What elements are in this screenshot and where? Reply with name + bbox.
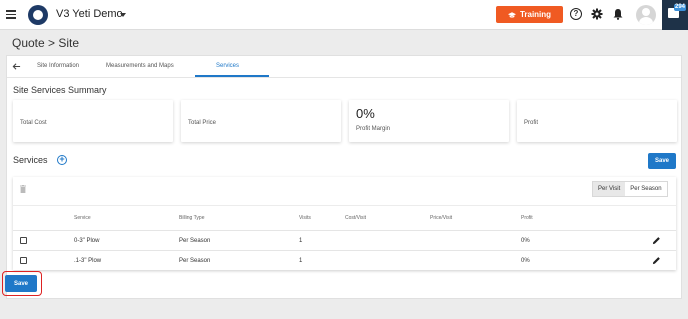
bell-icon[interactable] [612, 8, 624, 20]
training-label: Training [519, 10, 552, 19]
service-cell: .1-3" Plow [74, 258, 102, 264]
pencil-icon[interactable] [652, 236, 661, 245]
graduation-cap-icon [507, 11, 516, 18]
column-header: Price/Visit [430, 215, 453, 221]
profit-cell: 0% [521, 238, 530, 244]
services-table: Per Visit Per Season Service Billing Typ… [13, 177, 676, 270]
billing-view-toggle: Per Visit Per Season [592, 181, 668, 197]
add-service-icon[interactable]: + [57, 155, 67, 165]
billing-type-cell: Per Season [179, 258, 211, 264]
pencil-icon[interactable] [652, 256, 661, 265]
highlight-outline [2, 271, 42, 296]
gear-icon[interactable] [591, 8, 603, 20]
help-icon[interactable]: ? [570, 8, 582, 20]
profit-label: Profit [524, 120, 539, 126]
chevron-down-icon[interactable] [120, 13, 126, 17]
profit-margin-card: 0% Profit Margin [349, 100, 509, 142]
profit-card: Profit [517, 100, 677, 142]
visits-cell: 1 [299, 258, 303, 264]
chat-count-badge: 294 [674, 4, 687, 11]
per-season-toggle[interactable]: Per Season [625, 182, 666, 196]
column-header: Visits [299, 215, 311, 221]
services-title: Services [13, 155, 48, 165]
trash-icon[interactable] [20, 185, 26, 193]
tab-bar: Site Information Measurements and Maps S… [7, 56, 681, 78]
column-header: Billing Type [179, 215, 205, 221]
column-header: Service [74, 215, 91, 221]
profit-cell: 0% [521, 258, 530, 264]
total-cost-card: Total Cost [13, 100, 173, 142]
top-navbar: V3 Yeti Demo Training ? 294 [0, 0, 688, 30]
table-row: 0-3" Plow Per Season 1 0% [13, 230, 676, 250]
table-header: Service Billing Type Visits Cost/Visit P… [13, 205, 676, 230]
app-title[interactable]: V3 Yeti Demo [56, 8, 123, 20]
app-logo[interactable] [28, 5, 48, 25]
summary-title: Site Services Summary [13, 85, 107, 95]
training-button[interactable]: Training [496, 6, 563, 23]
profit-margin-value: 0% [356, 106, 375, 121]
column-header: Cost/Visit [345, 215, 367, 221]
column-header: Profit [521, 215, 533, 221]
avatar[interactable] [636, 5, 656, 25]
site-card: Site Information Measurements and Maps S… [6, 55, 682, 299]
page-title: Quote > Site [12, 36, 80, 50]
save-button-top[interactable]: Save [648, 153, 676, 169]
total-price-card: Total Price [181, 100, 341, 142]
hamburger-menu-icon[interactable] [6, 10, 16, 19]
table-row: .1-3" Plow Per Season 1 0% [13, 250, 676, 270]
back-arrow-icon[interactable] [12, 62, 21, 71]
service-cell: 0-3" Plow [74, 238, 100, 244]
total-cost-label: Total Cost [20, 120, 47, 126]
tab-services[interactable]: Services [216, 63, 239, 69]
per-visit-toggle[interactable]: Per Visit [593, 182, 626, 196]
tab-measurements-and-maps[interactable]: Measurements and Maps [106, 63, 174, 69]
chat-panel-toggle[interactable]: 294 [662, 0, 688, 30]
tab-site-information[interactable]: Site Information [37, 63, 79, 69]
billing-type-cell: Per Season [179, 238, 211, 244]
total-price-label: Total Price [188, 120, 217, 126]
row-checkbox[interactable] [20, 237, 27, 244]
active-tab-indicator [195, 75, 269, 77]
visits-cell: 1 [299, 238, 303, 244]
profit-margin-label: Profit Margin [356, 126, 391, 132]
row-checkbox[interactable] [20, 257, 27, 264]
